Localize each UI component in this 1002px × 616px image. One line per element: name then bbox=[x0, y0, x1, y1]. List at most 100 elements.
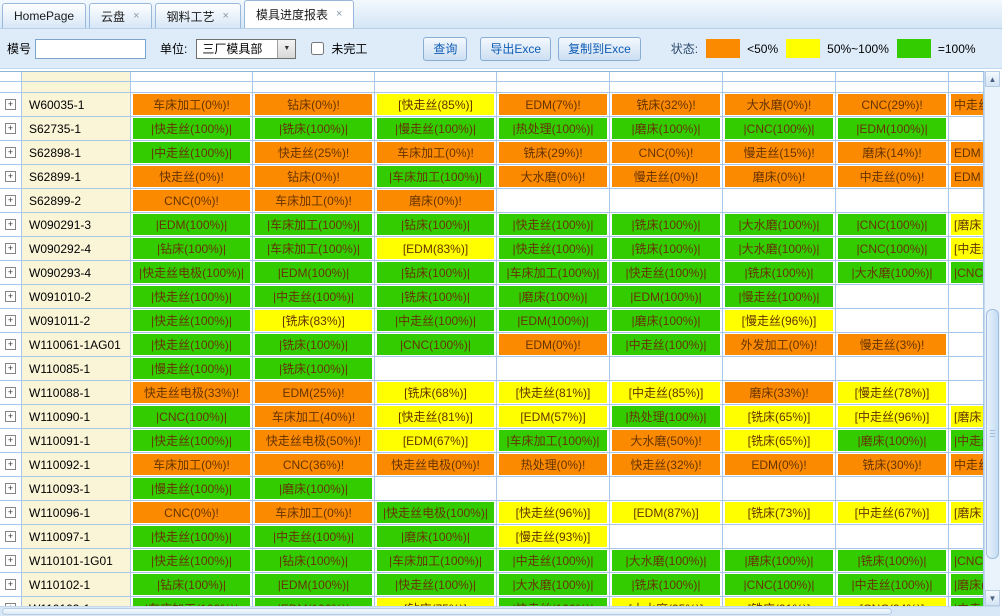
header-row bbox=[0, 82, 984, 93]
process-cell bbox=[949, 309, 984, 333]
expand-icon[interactable]: + bbox=[5, 219, 16, 230]
mold-id-cell[interactable]: W091010-2 bbox=[22, 285, 131, 309]
expand-icon[interactable]: + bbox=[5, 315, 16, 326]
expand-icon[interactable]: + bbox=[5, 507, 16, 518]
process-status-chip: [快走丝(96%)] bbox=[499, 502, 607, 523]
header-cell bbox=[836, 82, 949, 93]
grid-body: +W60035-1车床加工(0%)!钻床(0%)![快走丝(85%)]EDM(7… bbox=[0, 72, 984, 606]
tab-homepage[interactable]: HomePage bbox=[2, 3, 86, 28]
expand-icon[interactable]: + bbox=[5, 123, 16, 134]
mold-id-cell[interactable]: W110088-1 bbox=[22, 381, 131, 405]
expand-icon[interactable]: + bbox=[5, 459, 16, 470]
process-status-chip: CNC(0%)! bbox=[133, 190, 250, 211]
close-icon[interactable]: × bbox=[223, 11, 229, 22]
close-icon[interactable]: × bbox=[336, 9, 342, 20]
process-cell: |热处理(100%)| bbox=[610, 405, 723, 429]
scroll-up-icon[interactable]: ▲ bbox=[985, 71, 1000, 87]
mold-id-cell[interactable]: W110097-1 bbox=[22, 525, 131, 549]
process-cell: 大水磨(50%)! bbox=[610, 429, 723, 453]
close-icon[interactable]: × bbox=[133, 11, 139, 22]
header-cell bbox=[22, 72, 131, 82]
mold-id-cell[interactable]: W110096-1 bbox=[22, 501, 131, 525]
mold-id-cell[interactable]: W110085-1 bbox=[22, 357, 131, 381]
unit-select[interactable]: 三厂模具部 ▼ bbox=[196, 39, 296, 59]
expand-icon[interactable]: + bbox=[5, 435, 16, 446]
expand-icon[interactable]: + bbox=[5, 555, 16, 566]
expand-icon[interactable]: + bbox=[5, 339, 16, 350]
horizontal-scrollbar[interactable] bbox=[0, 606, 1002, 616]
mold-id-cell[interactable]: W110091-1 bbox=[22, 429, 131, 453]
expand-icon[interactable]: + bbox=[5, 411, 16, 422]
expand-icon[interactable]: + bbox=[5, 387, 16, 398]
vertical-scrollbar-thumb[interactable] bbox=[986, 309, 999, 559]
header-cell bbox=[131, 82, 253, 93]
mold-id-cell[interactable]: W090293-4 bbox=[22, 261, 131, 285]
process-cell: |CNC(100%)| bbox=[723, 117, 836, 141]
expand-icon[interactable]: + bbox=[5, 291, 16, 302]
expand-icon[interactable]: + bbox=[5, 363, 16, 374]
expand-icon[interactable]: + bbox=[5, 99, 16, 110]
process-status-chip: 车床加工(0%)! bbox=[255, 190, 372, 211]
tab-cloud-disk[interactable]: 云盘 × bbox=[89, 3, 151, 28]
process-status-chip: 外发加工(0%)! bbox=[725, 334, 833, 355]
mold-id-cell[interactable]: W091011-2 bbox=[22, 309, 131, 333]
tab-mold-progress-report[interactable]: 模具进度报表 × bbox=[244, 0, 354, 28]
copy-to-excel-button[interactable]: 复制到Exce bbox=[558, 37, 641, 61]
process-status-chip: 车床加工(40%)! bbox=[255, 406, 372, 427]
legend-label-eq100: =100% bbox=[938, 42, 976, 56]
process-cell: [磨床 bbox=[949, 213, 984, 237]
process-cell bbox=[723, 357, 836, 381]
mold-id-cell[interactable]: W110061-1AG01 bbox=[22, 333, 131, 357]
expand-icon[interactable]: + bbox=[5, 171, 16, 182]
expand-icon[interactable]: + bbox=[5, 195, 16, 206]
query-button[interactable]: 查询 bbox=[423, 37, 467, 61]
expand-icon[interactable]: + bbox=[5, 267, 16, 278]
mold-id-cell[interactable]: W110092-1 bbox=[22, 453, 131, 477]
mold-id-cell[interactable]: S62899-2 bbox=[22, 189, 131, 213]
expand-icon[interactable]: + bbox=[5, 483, 16, 494]
mold-id-cell[interactable]: W60035-1 bbox=[22, 93, 131, 117]
mold-id-cell[interactable]: W110090-1 bbox=[22, 405, 131, 429]
process-cell: [铣床(65%)] bbox=[723, 405, 836, 429]
chevron-down-icon[interactable]: ▼ bbox=[277, 40, 295, 58]
expand-icon[interactable]: + bbox=[5, 243, 16, 254]
mold-id-cell[interactable]: S62898-1 bbox=[22, 141, 131, 165]
process-cell: |热处理(100%)| bbox=[497, 117, 610, 141]
unfinished-checkbox[interactable] bbox=[311, 42, 324, 55]
mold-id-cell[interactable]: W090291-3 bbox=[22, 213, 131, 237]
process-cell: |中走丝(100%)| bbox=[610, 333, 723, 357]
export-excel-button[interactable]: 导出Exce bbox=[480, 37, 551, 61]
tab-steel-process[interactable]: 钢料工艺 × bbox=[155, 3, 241, 28]
table-row: +S62898-1|中走丝(100%)|快走丝(25%)!车床加工(0%)!铣床… bbox=[0, 141, 984, 165]
process-status-chip: |CNC(100%)| bbox=[838, 214, 946, 235]
process-status-chip: 慢走丝(3%)! bbox=[838, 334, 946, 355]
header-cell bbox=[253, 72, 375, 82]
process-cell: |钻床(100%)| bbox=[253, 549, 375, 573]
process-cell: |磨床(100%)| bbox=[723, 549, 836, 573]
expander-cell: + bbox=[0, 501, 22, 525]
mold-id-cell[interactable]: W110102-1 bbox=[22, 573, 131, 597]
process-cell: [铣床(91%)] bbox=[723, 597, 836, 606]
mold-number-input[interactable] bbox=[35, 39, 146, 59]
expand-icon[interactable]: + bbox=[5, 147, 16, 158]
vertical-scrollbar[interactable]: ▲ ▼ bbox=[984, 71, 1000, 606]
mold-id-cell[interactable]: S62899-1 bbox=[22, 165, 131, 189]
mold-id-cell[interactable]: W110103-1 bbox=[22, 597, 131, 606]
expand-icon[interactable]: + bbox=[5, 531, 16, 542]
process-status-chip: [钻床(75%)] bbox=[377, 598, 494, 606]
mold-id-cell[interactable]: W090292-4 bbox=[22, 237, 131, 261]
process-status-chip: [铣床(65%)] bbox=[725, 406, 833, 427]
scroll-down-icon[interactable]: ▼ bbox=[985, 590, 1000, 606]
process-cell: EDM bbox=[949, 141, 984, 165]
expand-icon[interactable]: + bbox=[5, 579, 16, 590]
process-status-chip: [EDM(67%)] bbox=[377, 430, 494, 451]
horizontal-scrollbar-thumb[interactable] bbox=[2, 608, 892, 615]
mold-id-cell[interactable]: S62735-1 bbox=[22, 117, 131, 141]
process-cell: |快走丝(100%)| bbox=[131, 429, 253, 453]
process-status-chip: [快走丝(81%)] bbox=[377, 406, 494, 427]
process-cell: |EDM(100%)| bbox=[131, 213, 253, 237]
mold-id-cell[interactable]: W110093-1 bbox=[22, 477, 131, 501]
legend-swatch-orange bbox=[706, 39, 740, 58]
mold-id-cell[interactable]: W110101-1G01 bbox=[22, 549, 131, 573]
process-cell: |快走丝(100%)| bbox=[131, 525, 253, 549]
